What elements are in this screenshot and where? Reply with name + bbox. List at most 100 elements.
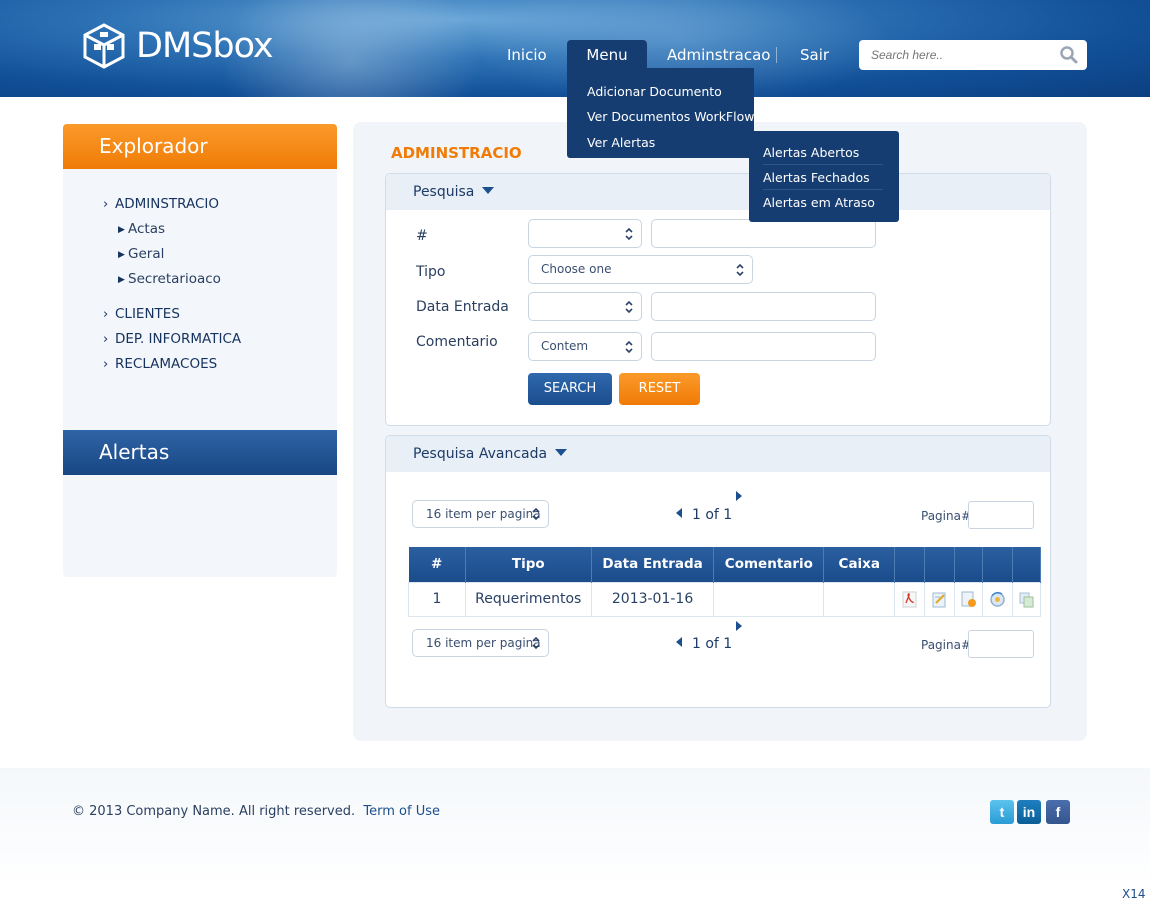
chevron-right-icon: › <box>103 307 109 322</box>
per-page-select-bottom[interactable]: 16 item per pagina <box>412 629 549 657</box>
table-header-row: # Tipo Data Entrada Comentario Caixa <box>408 547 1042 582</box>
documents-table: # Tipo Data Entrada Comentario Caixa 1 R… <box>408 547 1042 617</box>
column-header-data-entrada[interactable]: Data Entrada <box>591 547 715 582</box>
field-label-data-entrada: Data Entrada <box>416 299 509 315</box>
date-input[interactable] <box>651 292 876 321</box>
column-header-comentario[interactable]: Comentario <box>713 547 825 582</box>
column-header-tipo[interactable]: Tipo <box>465 547 592 582</box>
page-number-input[interactable] <box>968 501 1034 529</box>
tree-item-geral[interactable]: ▶ Geral <box>118 244 164 264</box>
copy-icon[interactable] <box>1018 591 1035 608</box>
page-number-label: Pagina# <box>921 638 972 652</box>
alerts-title: Alertas <box>63 430 337 475</box>
tree-item-clientes[interactable]: › CLIENTES <box>103 304 180 324</box>
alerts-panel: Alertas <box>63 430 337 577</box>
search-form-toggle[interactable]: Pesquisa <box>386 174 1050 210</box>
twitter-icon[interactable]: t <box>990 800 1014 824</box>
comentario-input[interactable] <box>651 332 876 361</box>
advanced-search-panel: Pesquisa Avancada 16 item per pagina 1 o… <box>385 435 1051 708</box>
page-code: X14 <box>1122 887 1146 901</box>
tree-item-reclamacoes[interactable]: › RECLAMACOES <box>103 354 217 374</box>
settings-cycle-icon[interactable] <box>989 591 1006 608</box>
nav-sair[interactable]: Sair <box>800 40 829 70</box>
submenu-item-alertas-fechados[interactable]: Alertas Fechados <box>763 165 883 190</box>
updown-arrows-icon <box>532 507 540 521</box>
triangle-right-icon: ▶ <box>118 275 125 285</box>
cell-caixa <box>823 581 896 617</box>
search-button[interactable]: SEARCH <box>528 373 612 405</box>
reset-button[interactable]: RESET <box>619 373 700 405</box>
page-title: ADMINSTRACIO <box>391 144 522 162</box>
cell-tipo: Requerimentos <box>464 581 592 617</box>
comentario-operator-select[interactable]: Contem <box>528 332 642 361</box>
menu-item-ver-documentos-workflow[interactable]: Ver Documentos WorkFlow <box>587 107 754 127</box>
submenu-item-alertas-abertos[interactable]: Alertas Abertos <box>763 140 883 165</box>
menu-item-adicionar-documento[interactable]: Adicionar Documento <box>587 82 722 102</box>
chevron-right-icon: › <box>103 357 109 372</box>
field-label-comentario: Comentario <box>416 334 498 350</box>
caret-down-icon <box>555 449 568 456</box>
search-form-panel: Pesquisa # Tipo Choose one Data Entrada … <box>385 173 1051 426</box>
explorer-panel: Explorador › ADMINSTRACIO ▶ Actas ▶ Geral ▶… <box>63 124 337 430</box>
page-number-input[interactable] <box>968 630 1034 658</box>
brand-name: DMSbox <box>136 26 274 66</box>
tree-item-dep-informatica[interactable]: › DEP. INFORMATICA <box>103 329 241 349</box>
document-alert-icon[interactable] <box>960 591 977 608</box>
logo[interactable]: DMSbox <box>80 22 274 70</box>
copyright: © 2013 Company Name. All right reserved.… <box>72 804 440 819</box>
nav-menu[interactable]: Menu <box>567 40 647 70</box>
search-input[interactable] <box>871 46 1051 64</box>
cell-number: 1 <box>408 581 466 617</box>
footer: © 2013 Company Name. All right reserved.… <box>0 768 1150 886</box>
main-content: ADMINSTRACIO Pesquisa # Tipo Choose one … <box>353 122 1087 741</box>
linkedin-icon[interactable]: in <box>1017 800 1041 824</box>
column-header-caixa[interactable]: Caixa <box>823 547 896 582</box>
column-header-number[interactable]: # <box>408 547 466 582</box>
terms-of-use-link[interactable]: Term of Use <box>363 804 440 819</box>
edit-document-icon[interactable] <box>931 591 948 608</box>
pdf-icon[interactable] <box>901 591 918 608</box>
chevron-right-icon: › <box>103 332 109 347</box>
pager-bottom: 1 of 1 <box>676 636 732 652</box>
nav-divider <box>776 47 777 63</box>
updown-arrows-icon <box>625 340 633 354</box>
nav-inicio[interactable]: Inicio <box>507 40 547 70</box>
tree-item-adminstracio[interactable]: › ADMINSTRACIO <box>103 194 219 214</box>
search-box <box>859 40 1087 70</box>
tipo-select[interactable]: Choose one <box>528 255 753 284</box>
triangle-right-icon: ▶ <box>118 225 125 235</box>
updown-arrows-icon <box>625 227 633 241</box>
tree-item-secretarioaco[interactable]: ▶ Secretarioaco <box>118 269 221 289</box>
facebook-icon[interactable]: f <box>1046 800 1070 824</box>
cell-data-entrada: 2013-01-16 <box>590 581 715 617</box>
tipo-select-value: Choose one <box>541 262 612 276</box>
field-label-tipo: Tipo <box>416 264 446 280</box>
nav-adminstracao[interactable]: Adminstracao <box>667 40 770 70</box>
menu-item-ver-alertas[interactable]: Ver Alertas <box>587 133 655 153</box>
explorer-title: Explorador <box>63 124 337 169</box>
per-page-select-top[interactable]: 16 item per pagina <box>412 500 549 528</box>
caret-down-icon <box>482 187 495 194</box>
next-page-arrow-icon[interactable] <box>736 621 742 631</box>
triangle-right-icon: ▶ <box>118 250 125 260</box>
number-input[interactable] <box>651 219 876 248</box>
tree-item-actas[interactable]: ▶ Actas <box>118 219 165 239</box>
chevron-right-icon: › <box>103 197 109 212</box>
menu-dropdown: Adicionar Documento Ver Documentos WorkF… <box>567 68 754 158</box>
updown-arrows-icon <box>625 300 633 314</box>
date-operator-select[interactable] <box>528 292 642 321</box>
number-operator-select[interactable] <box>528 219 642 248</box>
pager-top: 1 of 1 <box>676 507 732 523</box>
search-icon[interactable] <box>1059 45 1079 65</box>
prev-page-arrow-icon[interactable] <box>676 508 682 518</box>
cube-logo-icon <box>83 23 125 69</box>
table-row[interactable]: 1 Requerimentos 2013-01-16 <box>408 581 1042 617</box>
advanced-search-toggle[interactable]: Pesquisa Avancada <box>386 436 1050 472</box>
prev-page-arrow-icon[interactable] <box>676 637 682 647</box>
page-number-label: Pagina# <box>921 509 972 523</box>
alertas-submenu: Alertas Abertos Alertas Fechados Alertas… <box>749 131 899 222</box>
next-page-arrow-icon[interactable] <box>736 491 742 501</box>
field-label-number: # <box>416 228 428 244</box>
cell-comentario <box>713 581 825 617</box>
submenu-item-alertas-em-atraso[interactable]: Alertas em Atraso <box>763 190 883 215</box>
